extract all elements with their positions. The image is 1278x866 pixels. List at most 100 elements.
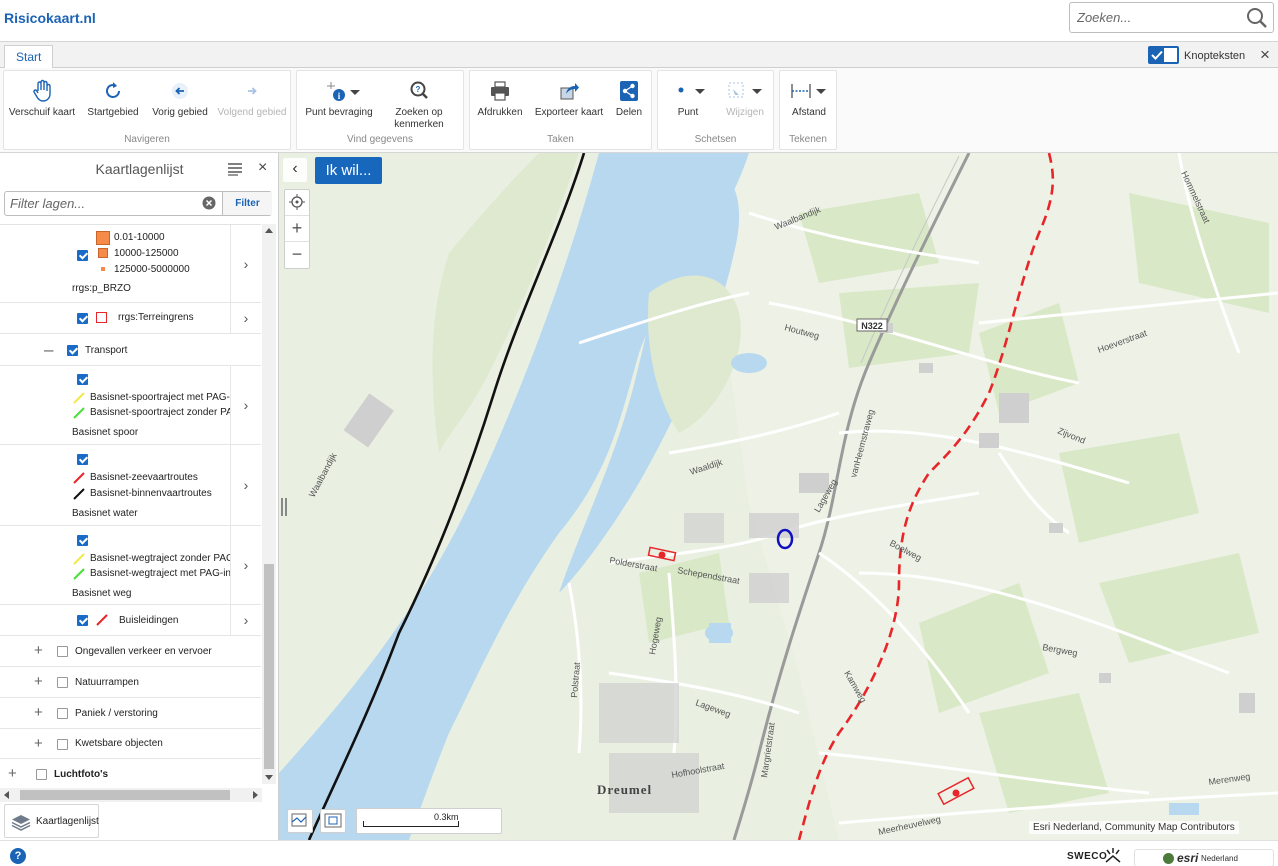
punt-bevraging-button[interactable]: i Punt bevraging xyxy=(301,79,377,119)
layers-icon xyxy=(11,815,31,831)
legend-label: Basisnet-spoortraject zonder PAG xyxy=(90,407,230,418)
clear-icon[interactable] xyxy=(202,196,216,210)
chevron-right-icon[interactable]: › xyxy=(230,303,261,334)
horizontal-scrollbar[interactable] xyxy=(0,788,262,802)
map-label-n322: N322 xyxy=(861,321,883,331)
map-canvas[interactable]: N322 Waalbandijk Waalbandijk Houtweg van… xyxy=(279,153,1278,840)
legend-label: 10000-125000 xyxy=(114,248,179,259)
zoom-out-button[interactable]: − xyxy=(285,242,309,268)
layer-list-tab-button[interactable]: Kaartlagenlijst xyxy=(4,804,99,838)
hand-icon xyxy=(8,79,76,103)
layer-row-basisnet-spoor: Basisnet-spoortraject met PAG-in Basisne… xyxy=(0,366,261,445)
expand-icon[interactable]: + xyxy=(34,704,43,721)
group-checkbox[interactable] xyxy=(57,677,68,688)
layer-checkbox[interactable] xyxy=(77,313,88,324)
chevron-right-icon[interactable]: › xyxy=(230,225,261,303)
basemap-icon[interactable] xyxy=(287,809,313,833)
ribbon-close-icon[interactable]: × xyxy=(1258,46,1272,63)
group-checkbox[interactable] xyxy=(36,769,47,780)
afstand-button[interactable]: Afstand xyxy=(783,79,835,119)
group-vind-gegevens: i Punt bevraging ? Zoeken op kenmerken V… xyxy=(296,70,464,150)
startgebied-button[interactable]: Startgebied xyxy=(82,79,144,119)
zoom-in-button[interactable]: + xyxy=(285,216,309,242)
group-name: Kwetsbare objecten xyxy=(75,738,163,749)
panel-resize-handle[interactable] xyxy=(281,498,287,516)
map-attribution: Esri Nederland, Community Map Contributo… xyxy=(1029,821,1239,834)
ik-wil-button[interactable]: Ik wil... xyxy=(315,157,382,184)
legend-symbol xyxy=(98,248,108,258)
layer-checkbox[interactable] xyxy=(77,535,88,546)
layer-checkbox[interactable] xyxy=(77,615,88,626)
group-label-vind-gegevens: Vind gegevens xyxy=(347,134,413,145)
knopteksten-toggle[interactable] xyxy=(1148,46,1179,64)
chevron-right-icon[interactable]: › xyxy=(230,366,261,445)
vorig-gebied-button[interactable]: Vorig gebied xyxy=(147,79,213,119)
layer-checkbox[interactable] xyxy=(77,374,88,385)
group-checkbox[interactable] xyxy=(67,345,78,356)
collapse-panel-icon[interactable]: ‹ xyxy=(283,158,307,182)
chevron-right-icon[interactable]: › xyxy=(230,445,261,526)
chevron-right-icon[interactable]: › xyxy=(230,526,261,605)
expand-icon[interactable]: + xyxy=(34,735,43,752)
punt-button[interactable]: Punt xyxy=(662,79,714,119)
group-name: Luchtfoto's xyxy=(54,769,109,780)
wijzigen-button[interactable]: Wijzigen xyxy=(718,79,772,119)
map-view[interactable]: N322 Waalbandijk Waalbandijk Houtweg van… xyxy=(279,153,1278,840)
vertical-scrollbar[interactable] xyxy=(262,224,276,784)
arrow-left-icon xyxy=(147,79,213,103)
expand-icon[interactable]: + xyxy=(34,673,43,690)
legend-label: Basisnet-binnenvaartroutes xyxy=(90,488,212,499)
zoeken-op-kenmerken-button[interactable]: ? Zoeken op kenmerken xyxy=(383,79,455,131)
info-point-icon: i xyxy=(301,79,377,103)
volgend-gebied-button[interactable]: Volgend gebied xyxy=(216,79,288,119)
group-checkbox[interactable] xyxy=(57,646,68,657)
dot-icon xyxy=(662,79,714,103)
legend-symbol xyxy=(73,488,85,500)
edit-icon xyxy=(718,79,772,103)
verschuif-kaart-label: Verschuif kaart xyxy=(8,107,76,118)
layer-checkbox[interactable] xyxy=(77,250,88,261)
afstand-label: Afstand xyxy=(792,107,826,118)
filter-input[interactable] xyxy=(5,192,195,215)
help-icon[interactable]: ? xyxy=(10,848,26,864)
group-checkbox[interactable] xyxy=(57,739,68,750)
layer-name: Buisleidingen xyxy=(119,615,179,626)
layer-row-brzo: 0.01-10000 10000-125000 125000-5000000 r… xyxy=(0,225,261,303)
filter-button[interactable]: Filter xyxy=(222,192,272,215)
verschuif-kaart-button[interactable]: Verschuif kaart xyxy=(8,79,76,119)
layer-row-basisnet-weg: Basisnet-wegtraject zonder PAG Basisnet-… xyxy=(0,526,261,605)
app-brand[interactable]: Risicokaart.nl xyxy=(4,10,96,26)
group-label-tekenen: Tekenen xyxy=(789,134,827,145)
startgebied-label: Startgebied xyxy=(87,107,139,118)
collapse-icon[interactable]: – xyxy=(44,340,53,360)
locate-icon[interactable] xyxy=(285,190,309,216)
group-schetsen: Punt Wijzigen Schetsen xyxy=(657,70,774,150)
layer-name: rrgs:p_BRZO xyxy=(72,283,131,294)
close-icon[interactable]: × xyxy=(258,159,267,177)
search-icon[interactable] xyxy=(1246,7,1268,29)
group-label-taken: Taken xyxy=(547,134,574,145)
expand-icon[interactable]: + xyxy=(34,642,43,659)
globe-icon xyxy=(1163,853,1174,864)
ribbon: Verschuif kaart Startgebied Vorig gebied… xyxy=(0,68,1278,153)
overview-map-icon[interactable] xyxy=(320,809,346,833)
search-box xyxy=(1069,2,1274,33)
tab-start[interactable]: Start xyxy=(4,45,54,69)
layer-checkbox[interactable] xyxy=(77,454,88,465)
exporteer-kaart-button[interactable]: Exporteer kaart xyxy=(534,79,604,119)
layer-name: Basisnet spoor xyxy=(72,427,139,438)
group-name: Transport xyxy=(85,345,128,356)
legend-symbol xyxy=(96,312,107,323)
svg-text:?: ? xyxy=(416,85,421,94)
delen-button[interactable]: Delen xyxy=(610,79,648,119)
afdrukken-button[interactable]: Afdrukken xyxy=(474,79,526,119)
group-checkbox[interactable] xyxy=(57,708,68,719)
menu-icon[interactable] xyxy=(227,162,243,176)
legend-symbol xyxy=(73,407,85,419)
knopteksten-label: Knopteksten xyxy=(1184,50,1246,62)
search-input[interactable] xyxy=(1070,3,1240,32)
app-header: Risicokaart.nl xyxy=(0,0,1278,42)
expand-icon[interactable]: + xyxy=(8,765,17,782)
chevron-right-icon[interactable]: › xyxy=(230,605,261,636)
magnifier-icon: ? xyxy=(383,79,455,103)
